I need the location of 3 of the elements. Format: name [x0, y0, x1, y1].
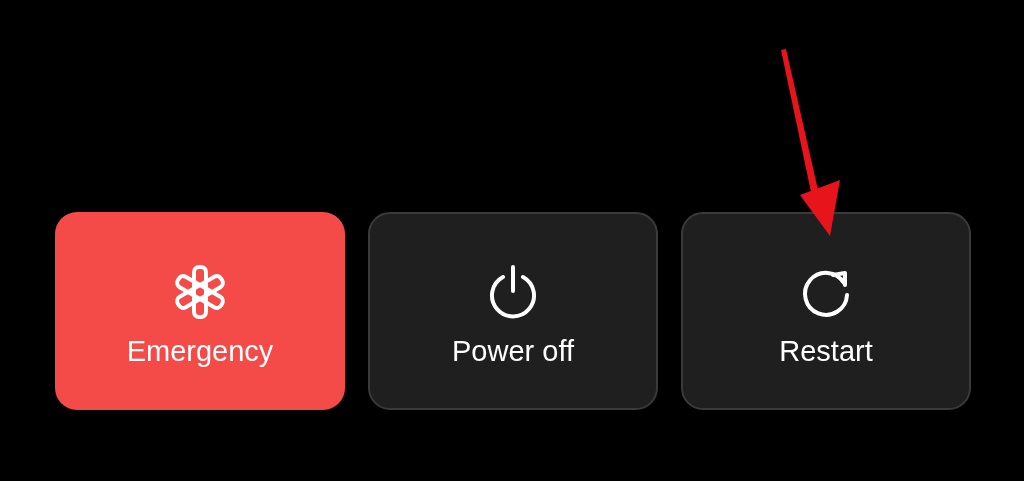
power-button[interactable]: Power off: [368, 212, 658, 410]
emergency-button[interactable]: Emergency: [55, 212, 345, 410]
restart-button[interactable]: Restart: [681, 212, 971, 410]
